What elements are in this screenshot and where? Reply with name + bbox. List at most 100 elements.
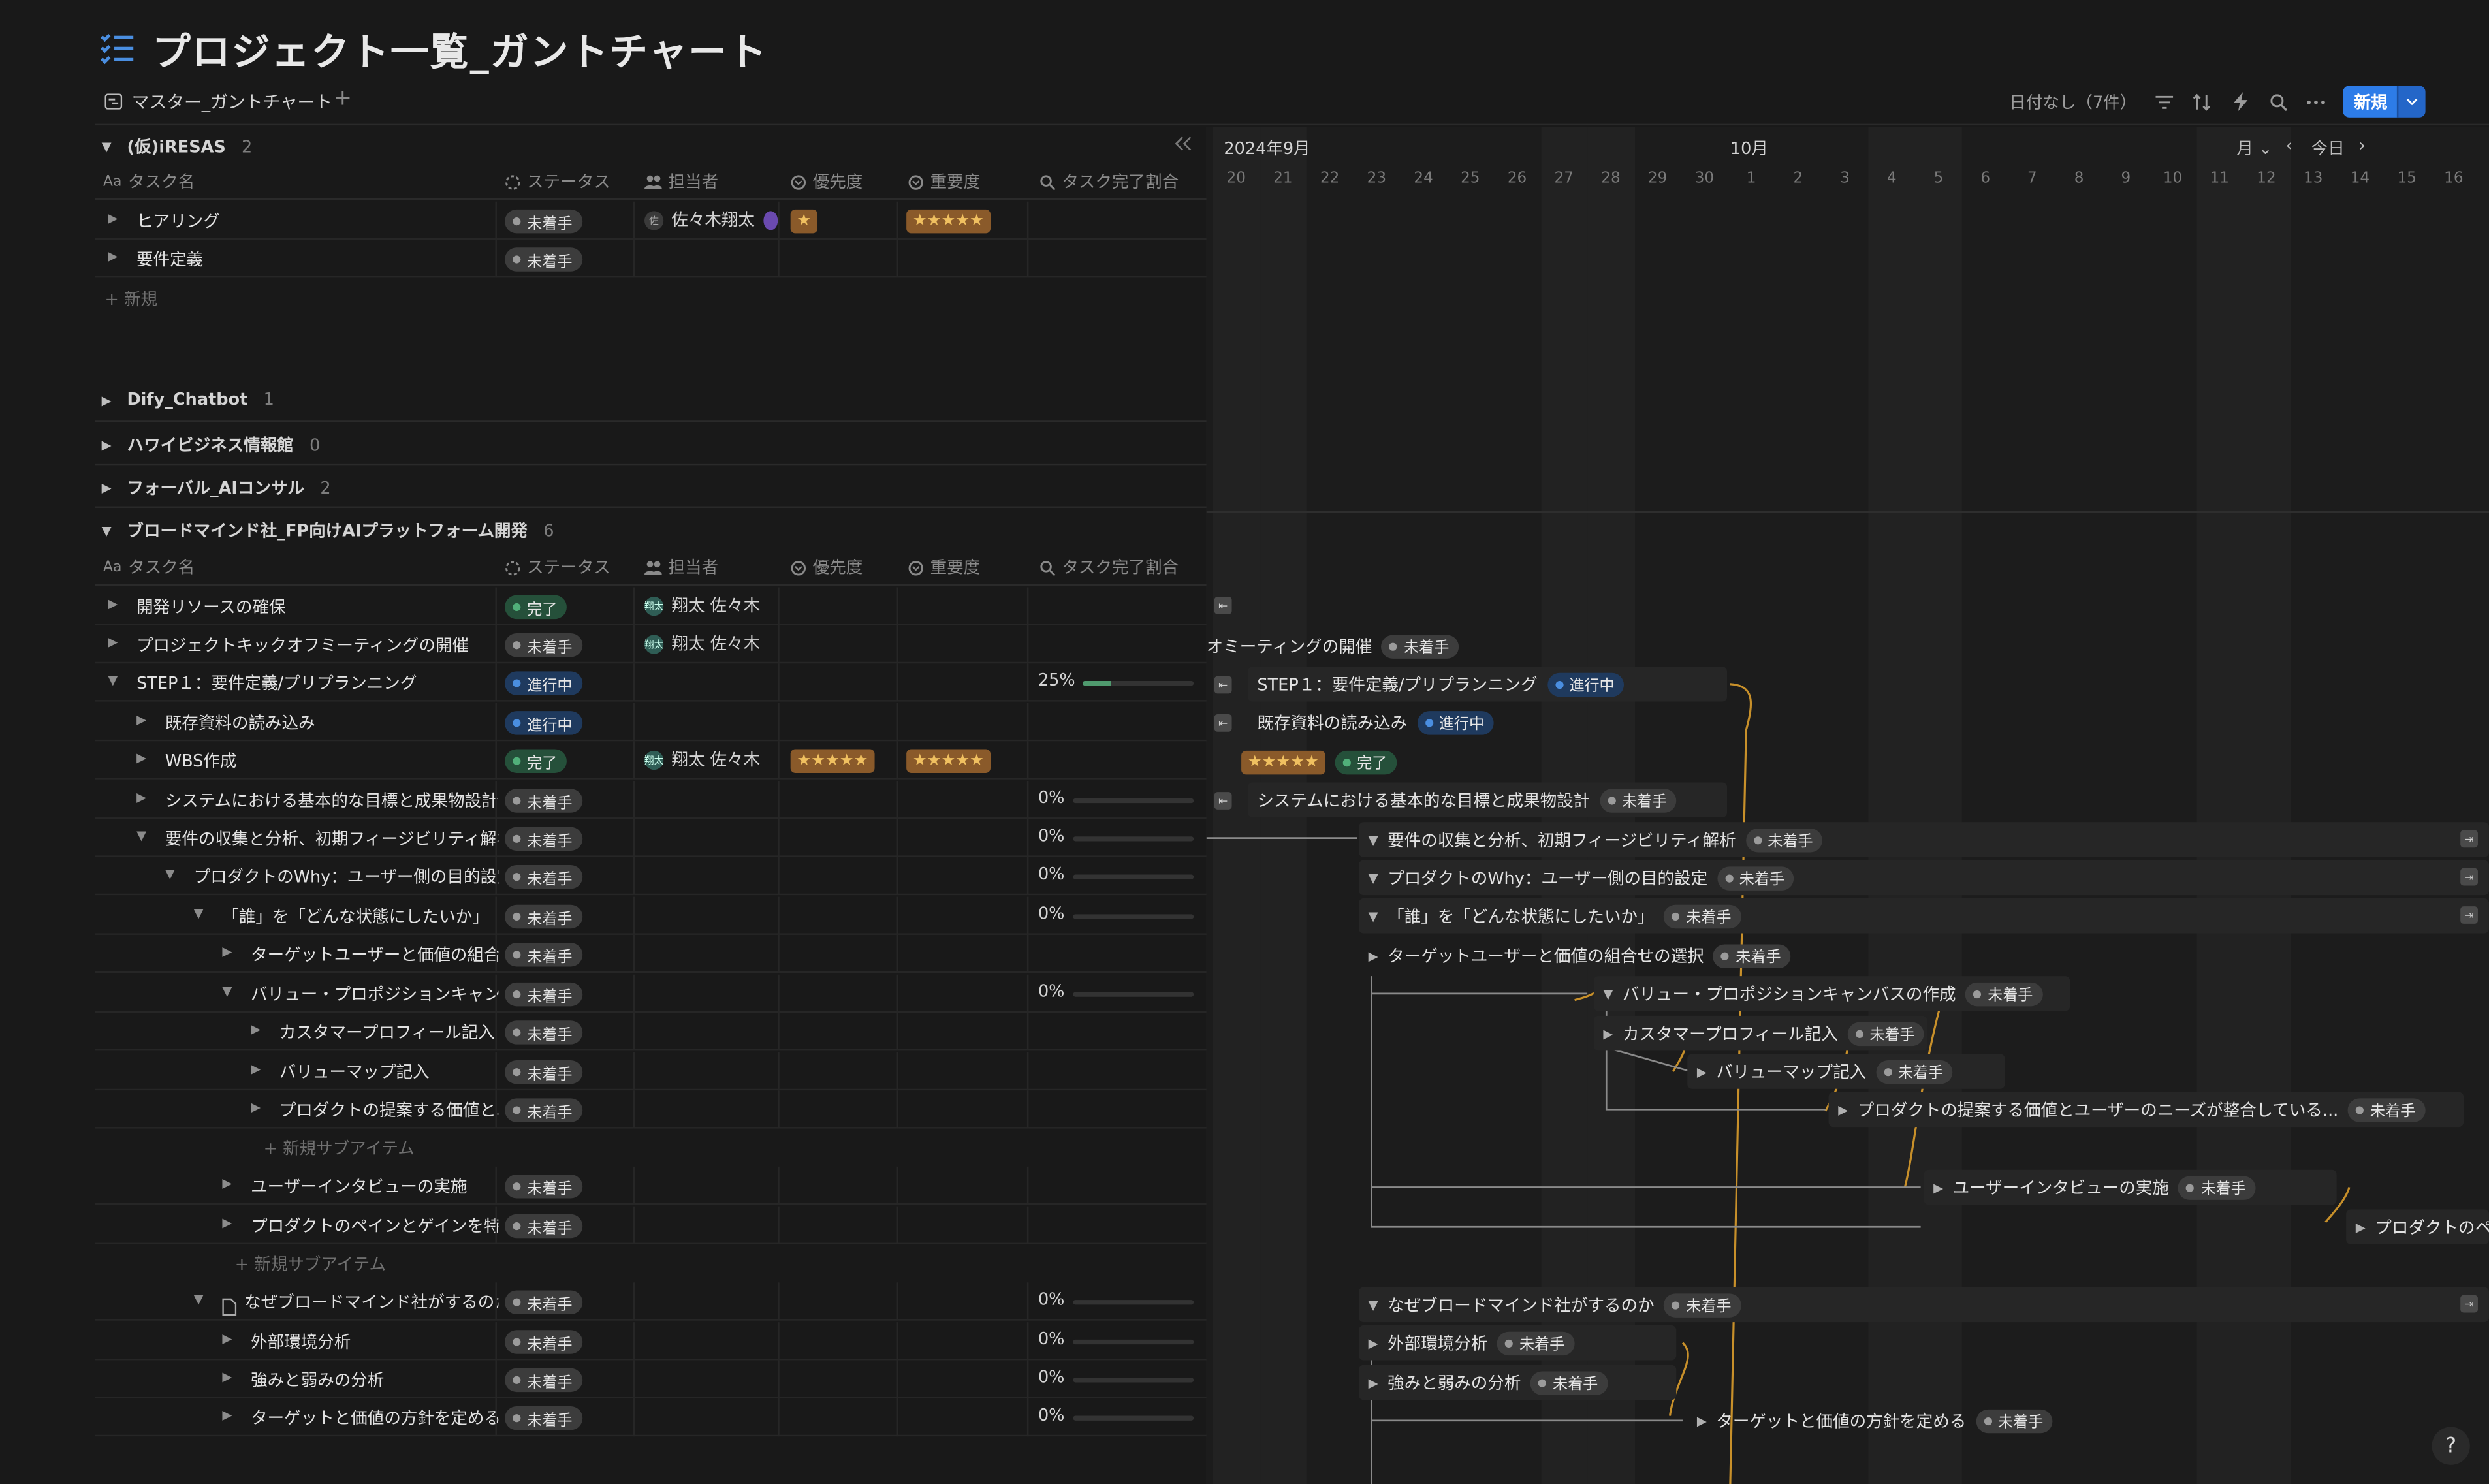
task-name[interactable]: 要件の収集と分析、初期フィージビリティ解析 — [165, 827, 499, 851]
assignee[interactable]: 翔太 翔太 佐々木 — [644, 748, 760, 771]
row-toggle-icon[interactable]: ▶ — [251, 1062, 261, 1076]
table-row[interactable]: ▶ ターゲットと価値の方針を定める 未着手 0% — [95, 1398, 1207, 1437]
assignee[interactable]: 翔太 翔太 佐々木 — [644, 593, 760, 617]
task-name[interactable]: ターゲットと価値の方針を定める — [251, 1406, 498, 1430]
status-badge[interactable]: 未着手 — [505, 1020, 582, 1045]
status-badge[interactable]: 未着手 — [505, 904, 582, 929]
status-badge[interactable]: 未着手 — [505, 1290, 582, 1314]
table-row[interactable]: ▶ プロダクトの提案する価値とユーザーのニーズが整合している... 未着手 — [95, 1090, 1207, 1129]
status-badge[interactable]: 未着手 — [505, 1098, 582, 1122]
new-button[interactable]: 新規 — [2343, 86, 2397, 118]
task-name[interactable]: プロダクトのペインとゲインを特定する — [251, 1214, 498, 1238]
col-header-completion[interactable]: タスク完了割合 — [1039, 170, 1179, 193]
table-row[interactable]: ▶ プロジェクトキックオフミーティングの開催 未着手 翔太 翔太 佐々木 — [95, 625, 1207, 664]
importance-stars[interactable]: ★★★★★ — [906, 209, 991, 234]
status-badge[interactable]: 未着手 — [505, 789, 582, 813]
gantt-bar-sw[interactable]: ▶ 強みと弱みの分析 未着手 — [1359, 1365, 1677, 1400]
scroll-to-bar-icon[interactable]: ⇤ — [1214, 792, 1232, 810]
task-name[interactable]: 外部環境分析 — [251, 1330, 498, 1353]
row-toggle-icon[interactable]: ▶ — [251, 1022, 261, 1037]
row-toggle-icon[interactable]: ▶ — [222, 1176, 232, 1190]
new-dropdown-chevron-icon[interactable] — [2396, 86, 2426, 118]
table-row[interactable]: ▶ カスタマープロフィール記入 未着手 — [95, 1013, 1207, 1051]
add-subitem-button[interactable]: + 新規サブアイテム — [235, 1252, 386, 1276]
row-toggle-icon[interactable]: ▶ — [136, 751, 146, 765]
task-name[interactable]: 要件定義 — [136, 247, 203, 271]
row-toggle-icon[interactable]: ▶ — [108, 635, 118, 649]
status-badge[interactable]: 完了 — [505, 749, 567, 773]
col-header-assignee[interactable]: 担当者 — [644, 556, 718, 579]
gantt-bar-whybm[interactable]: ▼ なぜブロードマインド社がするのか 未着手 — [1359, 1287, 2489, 1323]
scroll-to-bar-right-icon[interactable]: ⇥ — [2460, 1295, 2478, 1313]
status-badge[interactable]: 未着手 — [505, 1060, 582, 1084]
col-header-name[interactable]: Aa タスク名 — [103, 170, 195, 193]
assignee[interactable]: 佐佐々木翔太 — [644, 208, 778, 231]
status-badge[interactable]: 未着手 — [505, 982, 582, 1007]
table-row[interactable]: ▶ ヒアリング 未着手 佐佐々木翔太 ★ ★★★★★ — [95, 201, 1207, 240]
sort-icon[interactable] — [2191, 91, 2213, 113]
gantt-bar-system[interactable]: システムにおける基本的な目標と成果物設計 未着手 — [1247, 782, 1728, 818]
gantt-bar-target[interactable]: ▶ ターゲットユーザーと価値の組合せの選択 未着手 — [1359, 938, 1819, 973]
status-badge[interactable]: 未着手 — [505, 209, 582, 234]
gantt-bar-wbs[interactable]: ★★★★★ 完了 — [1207, 744, 1429, 779]
automation-bolt-icon[interactable] — [2228, 91, 2251, 113]
gantt-bar-valuemap[interactable]: ▶ バリューマップ記入 未着手 — [1687, 1054, 2005, 1089]
add-row-button[interactable]: + 新規 — [104, 287, 157, 311]
priority-stars[interactable]: ★ — [790, 209, 817, 234]
col-header-priority[interactable]: 優先度 — [791, 170, 863, 193]
table-row[interactable]: ▼ なぜブロードマインド社がするのか 未着手 0% — [95, 1282, 1207, 1321]
table-row[interactable]: ▼ バリュー・プロポジションキャンバスの作成未着手 0% — [95, 974, 1207, 1013]
status-badge[interactable]: 未着手 — [505, 633, 582, 657]
row-toggle-icon[interactable]: ▼ — [165, 866, 175, 881]
table-row[interactable]: ▶ 既存資料の読み込み 進行中 — [95, 703, 1207, 742]
gantt-bar-tv[interactable]: ▶ ターゲットと価値の方針を定める 未着手 — [1687, 1403, 2068, 1438]
task-name[interactable]: プロダクトの提案する価値とユーザーのニーズが整合している... — [279, 1098, 498, 1122]
group-header-iresas[interactable]: ▼ (仮)iRESAS 2 — [102, 135, 253, 159]
group-header-dify[interactable]: ▶ Dify_Chatbot 1 — [102, 390, 274, 409]
task-name[interactable]: プロジェクトキックオフミーティングの開催 — [136, 633, 498, 657]
group-header-hawaii[interactable]: ▶ ハワイビジネス情報館 0 — [102, 434, 321, 457]
task-name[interactable]: ユーザーインタビューの実施 — [251, 1175, 498, 1198]
row-toggle-icon[interactable]: ▼ — [194, 906, 204, 921]
task-name[interactable]: 「誰」を「どんな状態にしたいか」 — [222, 905, 498, 928]
gantt-bar-vpc[interactable]: ▼ バリュー・プロポジションキャンバスの作成 未着手 — [1593, 976, 2070, 1011]
row-toggle-icon[interactable]: ▶ — [136, 791, 146, 805]
row-toggle-icon[interactable]: ▶ — [136, 713, 146, 727]
gantt-timeline[interactable]: 20 21 22 23 24 25 26 27 28 29 30 1 2 3 4 5 6 7 8 9 10 11 12 13 1… — [1206, 127, 2489, 1484]
gantt-bar-why[interactable]: ▼ プロダクトのWhy：ユーザー側の目的設定 未着手 — [1359, 860, 2489, 896]
table-row[interactable]: ▶ バリューマップ記入 未着手 — [95, 1052, 1207, 1091]
table-row[interactable]: ▼ STEP１：要件定義/プリプランニング 進行中 25% — [95, 663, 1207, 702]
col-header-priority[interactable]: 優先度 — [791, 556, 863, 579]
priority-stars[interactable]: ★★★★★ — [790, 749, 875, 773]
add-view-button[interactable]: + — [334, 86, 353, 111]
status-badge[interactable]: 完了 — [505, 595, 567, 620]
gantt-bar-existing[interactable]: 既存資料の読み込み 進行中 — [1248, 704, 1517, 739]
gantt-bar-req[interactable]: ▼ 要件の収集と分析、初期フィージビリティ解析 未着手 — [1359, 822, 2489, 857]
row-toggle-icon[interactable]: ▼ — [136, 829, 146, 843]
col-header-importance[interactable]: 重要度 — [908, 170, 980, 193]
scroll-to-bar-right-icon[interactable]: ⇥ — [2460, 830, 2478, 848]
col-header-importance[interactable]: 重要度 — [908, 556, 980, 579]
status-badge[interactable]: 未着手 — [505, 1330, 582, 1354]
col-header-name[interactable]: Aa タスク名 — [103, 556, 195, 579]
row-toggle-icon[interactable]: ▶ — [108, 597, 118, 611]
group-header-broadmind[interactable]: ▼ ブロードマインド社_FP向けAIプラットフォーム開発 6 — [102, 519, 554, 543]
table-row[interactable]: ▶ システムにおける基本的な目標と成果物設計 未着手 0% — [95, 781, 1207, 819]
col-header-status[interactable]: ステータス — [505, 170, 610, 193]
row-toggle-icon[interactable]: ▶ — [222, 1332, 232, 1346]
table-row[interactable]: ▶ WBS作成 完了 翔太 翔太 佐々木 ★★★★★ ★★★★★ — [95, 741, 1207, 780]
task-name[interactable]: システムにおける基本的な目標と成果物設計 — [165, 789, 499, 812]
gantt-bar-who[interactable]: ▼ 「誰」を「どんな状態にしたいか」 未着手 — [1359, 898, 2489, 934]
assignee[interactable]: 翔太 翔太 佐々木 — [644, 632, 760, 655]
help-button[interactable]: ? — [2432, 1427, 2470, 1465]
group-header-forval[interactable]: ▶ フォーバル_AIコンサル 2 — [102, 476, 331, 499]
group-toggle-expanded-icon[interactable]: ▼ — [102, 524, 118, 538]
task-name[interactable]: 既存資料の読み込み — [165, 711, 499, 734]
row-toggle-icon[interactable]: ▶ — [222, 945, 232, 959]
task-name[interactable]: プロダクトのWhy：ユーザー側の目的設定 — [194, 865, 499, 889]
view-tab-gantt[interactable]: マスター_ガントチャート — [104, 89, 332, 114]
filter-icon[interactable] — [2153, 91, 2175, 113]
group-toggle-collapsed-icon[interactable]: ▶ — [102, 481, 118, 496]
scroll-to-bar-right-icon[interactable]: ⇥ — [2460, 906, 2478, 924]
row-expand-icon[interactable]: ▶ — [108, 211, 118, 225]
